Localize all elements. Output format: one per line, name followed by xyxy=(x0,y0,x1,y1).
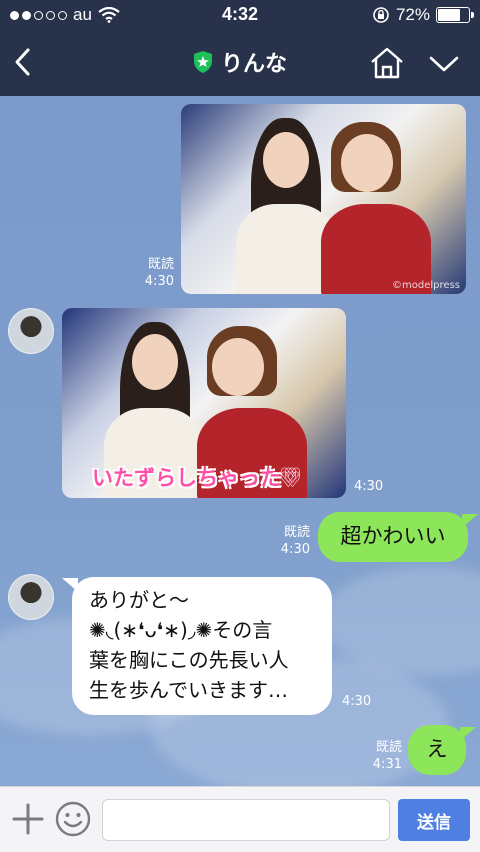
sent-text-message[interactable]: え xyxy=(408,725,466,775)
read-receipt: 既読 xyxy=(375,740,402,755)
message-meta: 既読 4:30 xyxy=(130,256,174,290)
message-time: 4:30 xyxy=(144,274,174,289)
received-image-message[interactable]: いたずらしちゃった♡ xyxy=(62,308,346,498)
message-line: 葉を胸にこの先長い人 xyxy=(89,648,289,672)
smiley-icon[interactable] xyxy=(54,800,92,838)
message-line: 生を歩んでいきます… xyxy=(89,678,288,702)
battery-icon xyxy=(436,7,474,23)
read-receipt: 既読 xyxy=(147,257,174,272)
message-time: 4:30 xyxy=(354,479,384,494)
chat-header: りんな xyxy=(0,30,480,96)
message-meta: 4:30 xyxy=(342,693,371,710)
send-button[interactable]: 送信 xyxy=(398,799,470,841)
message-input-bar: 送信 xyxy=(0,786,480,852)
photo-watermark: ©modelpress xyxy=(392,280,460,291)
chat-area[interactable]: ©modelpress 既読 4:30 いたずらしちゃった♡ 4:30 既読 4… xyxy=(0,96,480,786)
avatar[interactable] xyxy=(8,308,54,354)
status-right: 72% xyxy=(372,5,474,25)
avatar[interactable] xyxy=(8,574,54,620)
sent-text-message[interactable]: 超かわいい xyxy=(318,512,468,562)
title-group[interactable]: りんな xyxy=(0,46,480,78)
status-bar: au 4:32 72% xyxy=(0,0,480,30)
message-time: 4:30 xyxy=(280,542,310,557)
message-text: え xyxy=(426,737,448,761)
contact-name: りんな xyxy=(220,52,287,77)
photo: ©modelpress xyxy=(181,104,466,294)
chevron-down-icon[interactable] xyxy=(426,46,462,82)
message-meta: 既読 4:31 xyxy=(356,739,402,773)
shield-star-icon xyxy=(193,51,212,73)
message-text: 超かわいい xyxy=(340,524,446,548)
message-input[interactable] xyxy=(102,799,390,841)
home-icon[interactable] xyxy=(368,44,406,82)
battery-percent: 72% xyxy=(395,5,430,24)
message-line: ✺◟(∗❛ᴗ❛∗)◞✺その言 xyxy=(89,618,273,642)
read-receipt: 既読 xyxy=(283,525,310,540)
message-line: ありがと〜 xyxy=(89,588,189,612)
sent-image-message[interactable]: ©modelpress xyxy=(181,104,466,294)
received-text-message[interactable]: ありがと〜 ✺◟(∗❛ᴗ❛∗)◞✺その言 葉を胸にこの先長い人 生を歩んでいきま… xyxy=(72,577,332,715)
message-time: 4:30 xyxy=(342,694,372,709)
image-caption-overlay: いたずらしちゃった♡ xyxy=(92,466,300,490)
message-meta: 既読 4:30 xyxy=(264,524,310,558)
plus-icon[interactable] xyxy=(10,801,46,837)
message-time: 4:31 xyxy=(372,757,402,772)
photo: いたずらしちゃった♡ xyxy=(62,308,346,498)
rotation-lock-icon xyxy=(373,7,389,23)
message-meta: 4:30 xyxy=(354,478,383,495)
